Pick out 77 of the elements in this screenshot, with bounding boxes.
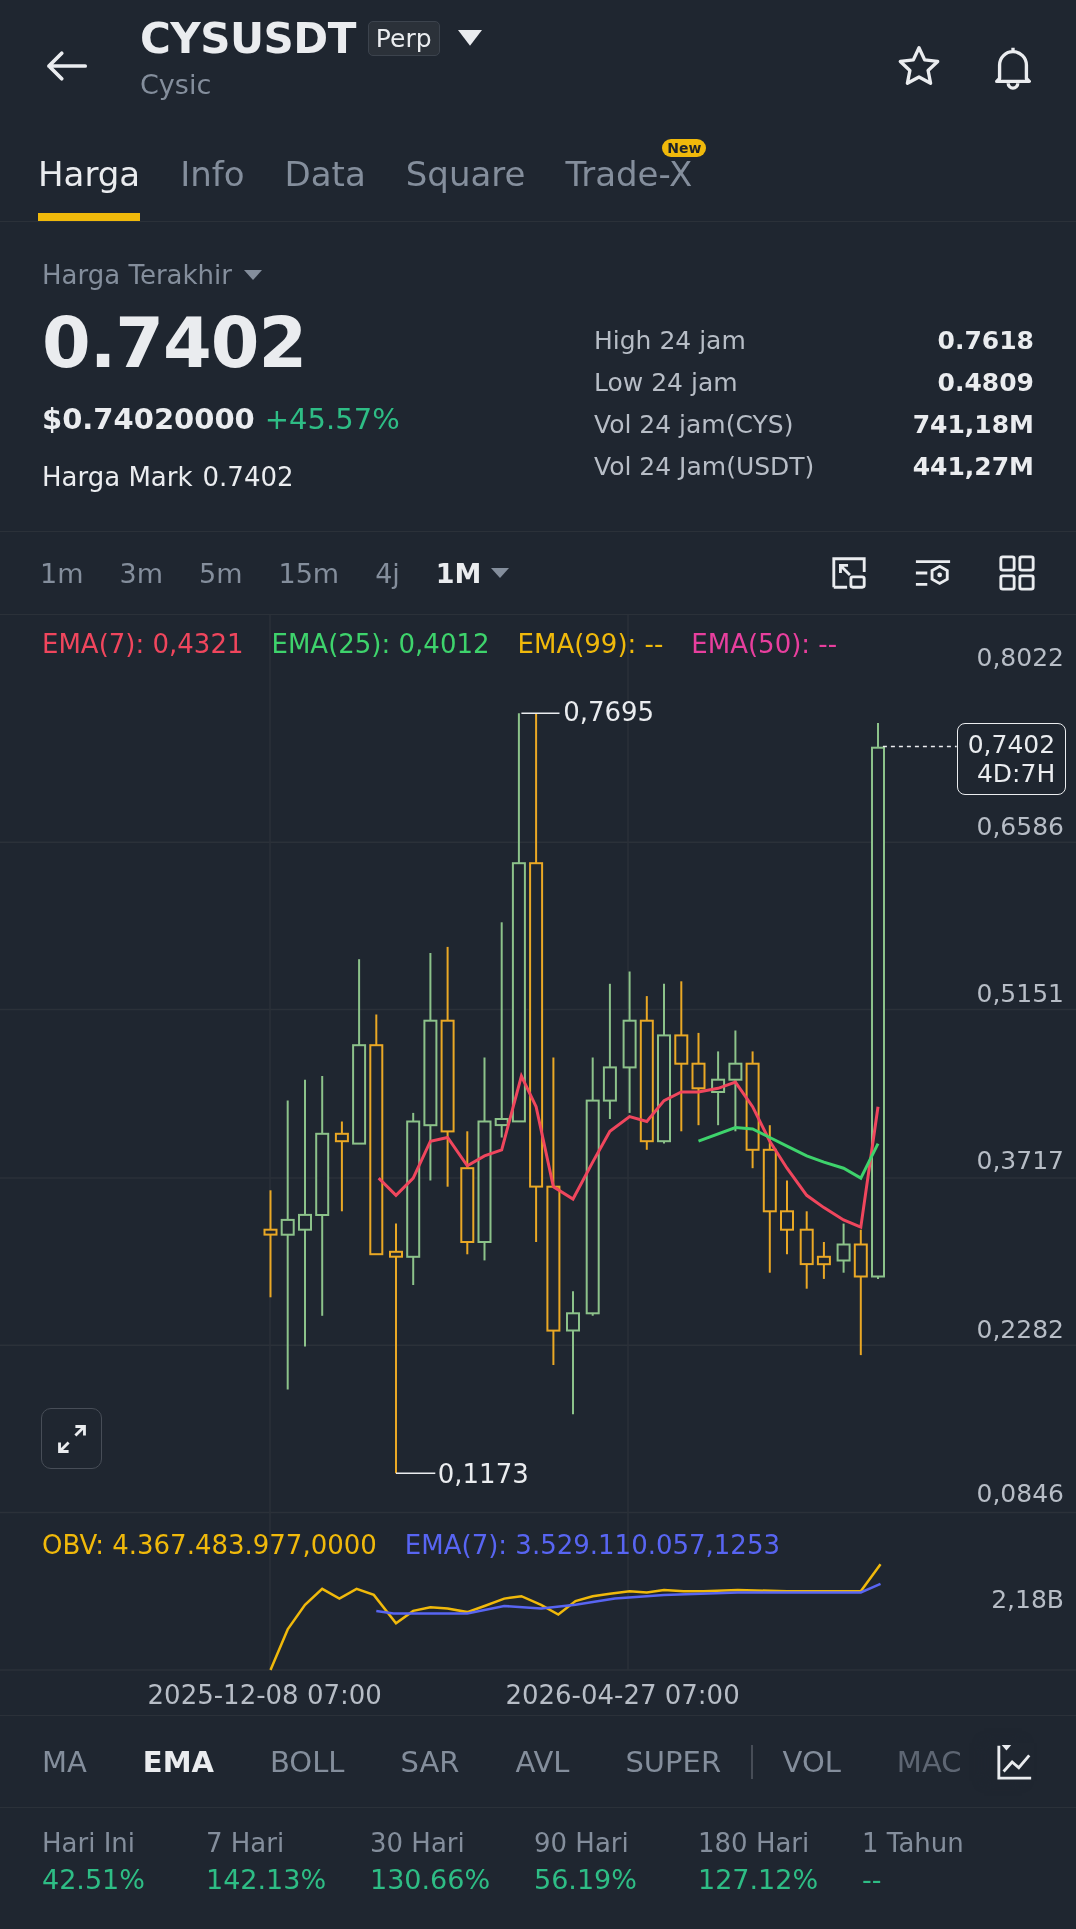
indicator-legend: EMA(7): 0,4321 [42, 629, 244, 659]
mark-price-label: Harga Mark [42, 462, 193, 492]
countdown: 4D:7H [976, 759, 1056, 789]
indicator-legend: EMA(50): -- [691, 629, 838, 659]
axis-label: 0,8022 [976, 643, 1064, 673]
interval-tab[interactable]: 4j [375, 557, 400, 589]
stat-value: 741,18M [912, 410, 1034, 439]
interval-tab[interactable]: 5m [198, 557, 243, 589]
axis-label: 0,2282 [976, 1314, 1064, 1344]
period-return: 130.66% [370, 1864, 492, 1895]
usd-price: $0.74020000 [42, 402, 255, 436]
symbol-title: CYSUSDT [140, 14, 356, 63]
indicator-tab[interactable]: SAR [400, 1744, 460, 1779]
indicator-tab[interactable]: VOL [782, 1744, 841, 1779]
coin-name: Cysic [140, 69, 213, 100]
candlestick [816, 1241, 831, 1280]
price-type-label[interactable]: Harga Terakhir [42, 260, 232, 290]
axis-label: 2,18B [991, 1585, 1064, 1615]
tab[interactable]: Trade-X New [565, 125, 707, 221]
last-price: 0.7402 [42, 302, 308, 384]
period-return: 142.13% [206, 1864, 328, 1895]
back-arrow-icon[interactable] [44, 50, 88, 82]
axis-label: 0,0846 [976, 1479, 1064, 1509]
stat-label: High 24 jam [594, 326, 746, 355]
leader-line [520, 712, 561, 714]
period-label: Hari Ini [42, 1828, 137, 1858]
picture-in-picture-icon[interactable] [830, 554, 868, 592]
tab[interactable]: Data [284, 125, 366, 221]
period-return: 127.12% [698, 1864, 820, 1895]
indicator-tab[interactable]: SUPER [625, 1744, 722, 1779]
price-change: +45.57% [264, 402, 400, 436]
period-return: 56.19% [534, 1864, 638, 1895]
interval-tab[interactable]: 1m [40, 557, 84, 589]
period-return: -- [862, 1864, 883, 1895]
tab[interactable]: Harga [38, 125, 141, 221]
tab[interactable]: Square [405, 125, 526, 221]
indicator-legend: EMA(25): 0,4012 [271, 629, 490, 659]
period-return: 42.51% [42, 1864, 146, 1895]
stat-value: 441,27M [912, 452, 1034, 481]
stat-label: Vol 24 Jam(USDT) [594, 452, 815, 481]
candlestick [836, 1222, 851, 1274]
stat-value: 0.7618 [937, 326, 1034, 355]
indicator-legend: OBV: 4.367.483.977,0000 [42, 1529, 377, 1560]
interval-tab[interactable]: 1M [435, 557, 482, 589]
axis-label: 0,6586 [976, 811, 1064, 841]
high-price-label: 0,7695 [563, 697, 655, 728]
indicator-tab[interactable]: AVL [515, 1744, 570, 1779]
interval-tab[interactable]: 15m [278, 557, 340, 589]
caret-icon[interactable] [457, 30, 482, 47]
leader-line [395, 1472, 437, 1474]
stat-label: Vol 24 jam(CYS) [594, 410, 794, 439]
period-label: 90 Hari [534, 1828, 630, 1858]
tab[interactable]: Info [180, 125, 245, 221]
indicator-tab[interactable]: MA [42, 1744, 87, 1779]
indicator-tab[interactable]: EMA [142, 1744, 214, 1779]
contract-badge: Perp [367, 21, 440, 56]
low-price-label: 0,1173 [437, 1458, 529, 1489]
fullscreen-button[interactable] [41, 1408, 102, 1469]
indicator-tab[interactable]: BOLL [270, 1744, 345, 1779]
stat-value: 0.4809 [937, 368, 1034, 397]
stat-label: Low 24 jam [594, 368, 738, 397]
period-label: 7 Hari [206, 1828, 286, 1858]
mark-price: 0.7402 [202, 462, 294, 492]
indicator-tab[interactable]: MAC [896, 1744, 962, 1779]
axis-label: 0,5151 [976, 978, 1064, 1008]
interval-tab[interactable]: 3m [119, 557, 163, 589]
date-label: 2026-04-27 07:00 [505, 1680, 740, 1710]
price-tag-value: 0,7402 [967, 730, 1056, 760]
indicator-legend: EMA(7): 3.529.110.057,1253 [404, 1529, 780, 1560]
period-label: 180 Hari [698, 1828, 811, 1858]
axis-label: 0,3717 [976, 1146, 1064, 1176]
period-label: 30 Hari [370, 1828, 466, 1858]
period-label: 1 Tahun [862, 1828, 965, 1858]
indicator-legend: EMA(99): -- [517, 629, 664, 659]
date-label: 2025-12-08 07:00 [147, 1680, 382, 1710]
new-badge: New [662, 139, 707, 157]
grid-icon[interactable] [998, 554, 1036, 592]
